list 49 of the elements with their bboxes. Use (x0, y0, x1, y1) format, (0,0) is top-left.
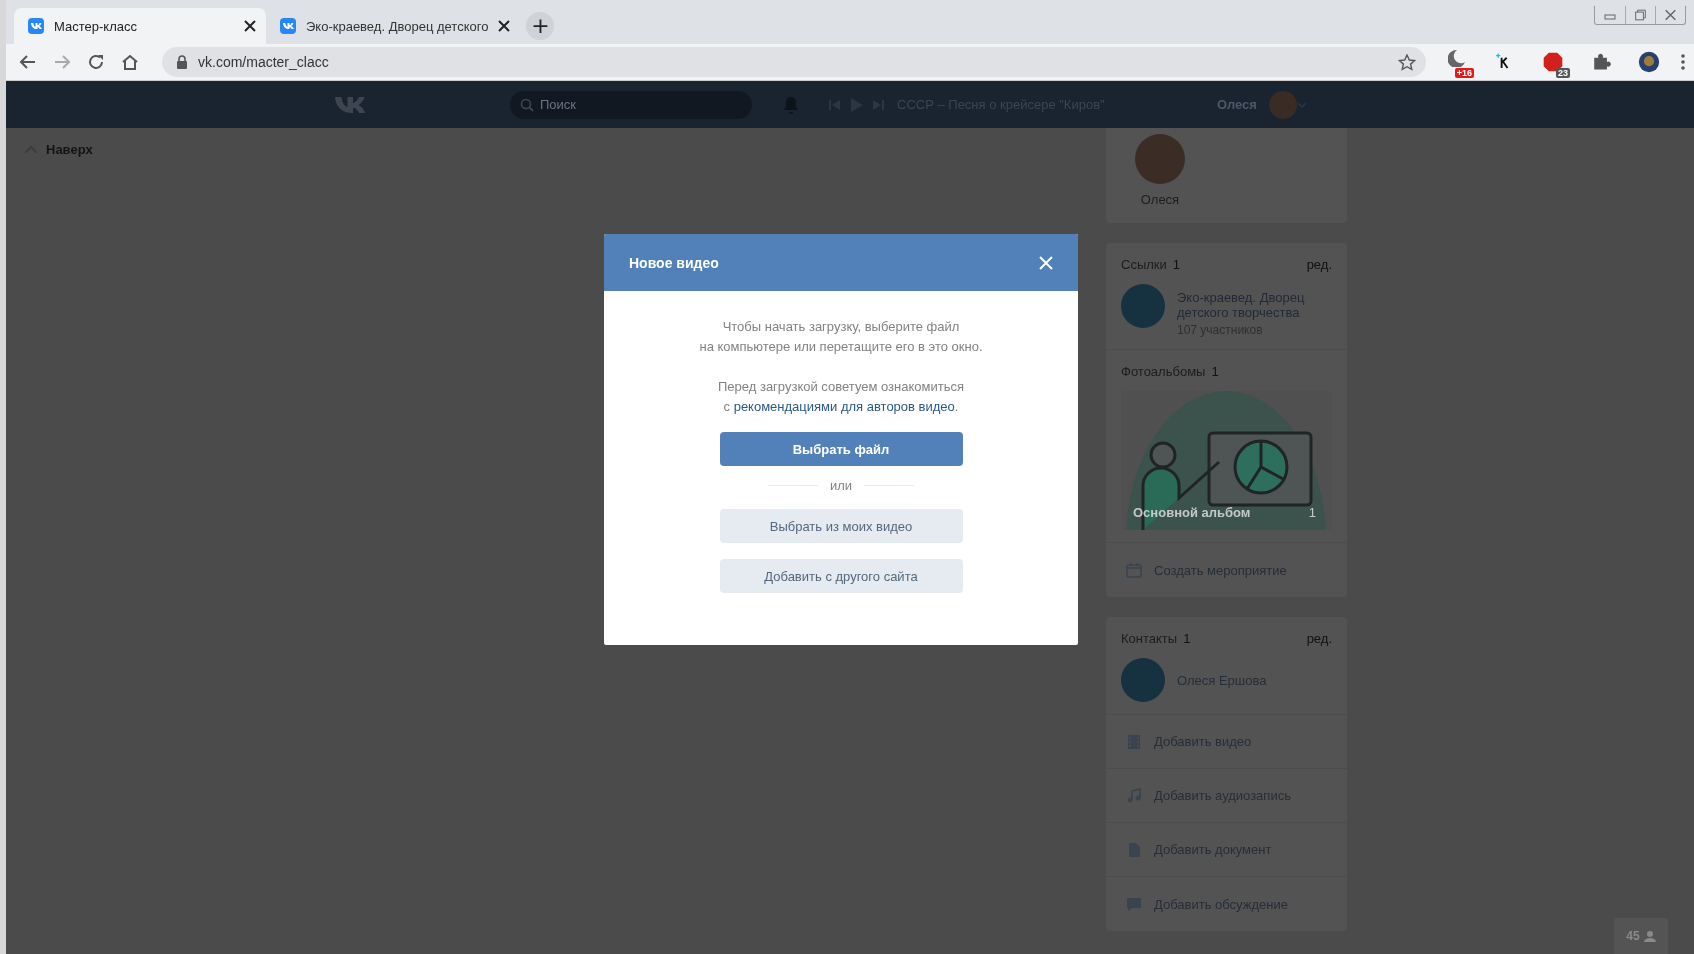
vk-logo-icon (281, 20, 295, 32)
extension-button[interactable]: +16 (1440, 46, 1474, 78)
profile-avatar[interactable] (1135, 134, 1185, 184)
edit-link[interactable]: ред. (1306, 631, 1332, 646)
recommendations-link[interactable]: рекомендациями для авторов видео (733, 399, 955, 414)
advice-text: Перед загрузкой советуем ознакомиться с рекомендациями для авторов видео. (718, 378, 964, 416)
menu-icon[interactable] (1680, 52, 1686, 72)
close-button[interactable] (1039, 255, 1053, 270)
music-note-icon (1126, 787, 1142, 804)
lock-icon (176, 55, 188, 69)
back-to-top-link[interactable]: Наверх (24, 142, 93, 157)
person-icon (1643, 930, 1656, 942)
search-field[interactable]: Поиск (510, 90, 752, 119)
calendar-icon (1126, 562, 1142, 578)
reload-icon[interactable] (86, 52, 106, 72)
separator-text: или (829, 478, 853, 493)
search-icon (520, 97, 534, 112)
film-strip-icon (1126, 733, 1142, 750)
section-count: 1 (1211, 364, 1219, 379)
close-icon (1039, 255, 1053, 270)
contact-avatar[interactable] (1121, 658, 1165, 702)
album-count: 1 (1308, 505, 1316, 520)
close-icon[interactable] (244, 20, 256, 32)
modal-title: Новое видео (629, 254, 719, 271)
section-count: 1 (1172, 257, 1180, 272)
section-count: 1 (1183, 631, 1191, 646)
secondary-button[interactable]: Выбрать из моих видео (719, 509, 963, 543)
address-bar[interactable]: vk.com/macter_clacc (162, 47, 1426, 77)
vk-logo-icon (29, 20, 43, 32)
url-text: vk.com/macter_clacc (198, 54, 330, 70)
instruction-text: Чтобы начать загрузку, выберите файл на компьютере или перетащите его в это окно. (699, 318, 983, 356)
speech-bubble-icon (1126, 896, 1142, 912)
document-icon (1126, 841, 1142, 858)
moon-icon (1448, 49, 1466, 67)
edit-link[interactable]: ред. (1306, 257, 1332, 272)
group-avatar[interactable] (1121, 284, 1165, 328)
star-icon[interactable] (1398, 53, 1416, 71)
browser-tab[interactable]: Эко-краевед. Дворец детского (266, 8, 521, 44)
extension-button[interactable]: 23 (1536, 46, 1570, 78)
new-tab-button[interactable]: + (526, 12, 555, 40)
album-title[interactable]: Основной альбом (1133, 505, 1251, 520)
choose-file-button[interactable]: Выбрать файл (719, 432, 963, 466)
browser-tab[interactable]: Мастер-класс (14, 8, 266, 44)
close-icon[interactable] (498, 20, 511, 32)
extension-badge: +16 (1454, 68, 1474, 78)
home-icon[interactable] (120, 52, 140, 72)
secondary-button[interactable]: Добавить с другого сайта (719, 559, 963, 593)
extension-badge: 23 (1556, 68, 1570, 78)
profile-avatar-icon (1638, 49, 1660, 75)
